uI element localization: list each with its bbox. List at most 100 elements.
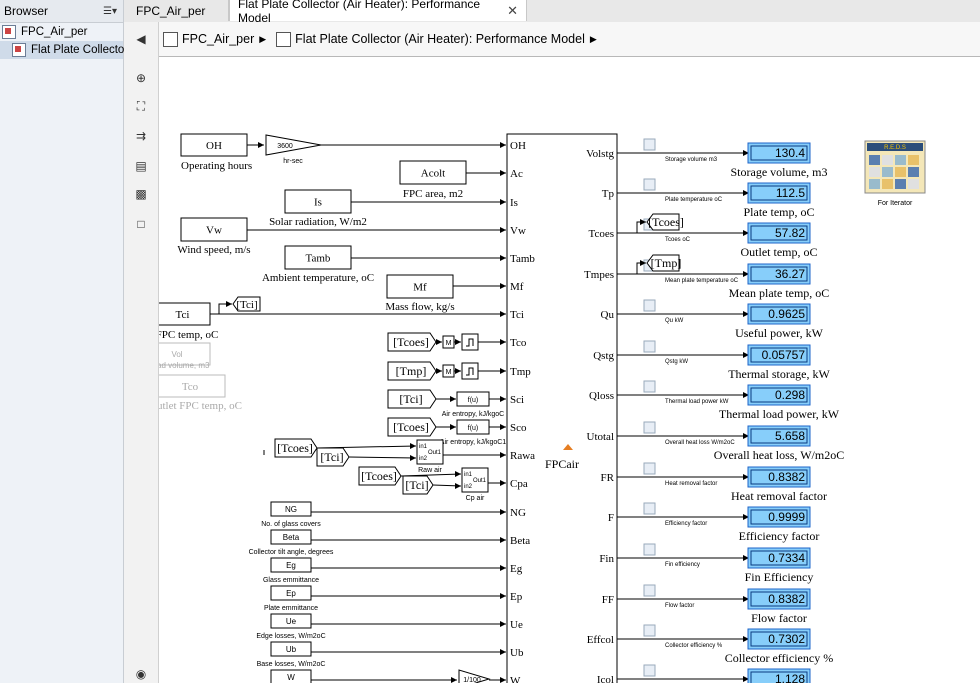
constant-block-label: OH <box>206 140 222 152</box>
constant-block-caption: FPC area, m2 <box>403 188 463 200</box>
small-constant-caption: Edge losses, W/m2oC <box>256 633 325 640</box>
interp-caption: Raw air <box>418 467 442 474</box>
model-icon <box>2 25 16 39</box>
input-port-label: Ub <box>510 647 524 659</box>
from-block-1-label: [Tmp] <box>396 364 427 378</box>
annotation-icon[interactable]: ▤ <box>133 158 149 174</box>
input-port-label: Cpa <box>510 478 528 490</box>
small-constant-label: Ep <box>286 589 296 598</box>
editor-tab-bar: FPC_Air_per Flat Plate Collector (Air He… <box>124 0 980 25</box>
model-icon <box>163 31 178 47</box>
small-constant-label: W <box>287 673 295 682</box>
wire-small-5-arrow <box>500 649 506 655</box>
wire-is-arrow <box>500 199 506 205</box>
display-value: 0.8382 <box>768 470 805 484</box>
small-constant-caption: Glass emmittance <box>263 577 319 584</box>
fit-to-view-icon[interactable]: ⛶ <box>133 98 149 114</box>
wire-from-fcn-arrow <box>450 396 456 402</box>
display-value: 0.7302 <box>768 632 805 646</box>
tree-item-subsystem[interactable]: Flat Plate Collector <box>0 41 128 59</box>
input-port-label: Ac <box>510 168 523 180</box>
constant-block-label: Tamb <box>306 253 331 265</box>
thumbnail-tile <box>908 155 919 165</box>
wire-int-in2 <box>348 456 417 459</box>
wire-int-in1-arrow <box>455 471 461 477</box>
gain-value: 3600 <box>277 143 293 150</box>
from-block-3-label: [Tcoes] <box>393 420 429 434</box>
small-constant-label: Ue <box>286 617 297 626</box>
tree-item-label: Flat Plate Collector <box>31 44 129 56</box>
goto-label: [Tcoes] <box>648 215 684 229</box>
tree-item-model[interactable]: FPC_Air_per <box>0 23 123 41</box>
thumbnail-tile <box>908 179 919 189</box>
wire-int-port-arrow <box>500 452 506 458</box>
display-value: 0.9625 <box>768 307 805 321</box>
wire-tci-goto <box>218 303 232 314</box>
output-port-label: F <box>608 512 614 524</box>
input-port-label: Tci <box>510 309 524 321</box>
from-block-2-label: [Tci] <box>399 392 422 406</box>
browser-menu-icon[interactable]: ☰▾ <box>103 6 117 17</box>
signal-label: Thermal load power kW <box>665 399 729 405</box>
ghost-block-label: Tco <box>182 381 199 393</box>
output-port-label: Volstg <box>586 148 614 160</box>
breadcrumb-item-model[interactable]: FPC_Air_per ▶ <box>163 31 272 47</box>
diagram-canvas[interactable]: FPCair OH Ac Is Vw Tamb Mf Tci Tco Tmp Sci Sco Rawa C… <box>159 57 980 683</box>
navigate-back-icon[interactable]: ◀ <box>133 31 149 47</box>
output-port-label: FR <box>601 472 615 484</box>
wire-scope-port-arrow <box>500 368 506 374</box>
wire-fcn-port-arrow <box>500 424 506 430</box>
input-port-label: Mf <box>510 281 524 293</box>
display-caption: Overall heat loss, W/m2oC <box>714 448 844 462</box>
input-port-label: Is <box>510 197 518 209</box>
image-icon[interactable]: ▩ <box>133 186 149 202</box>
wire-small-0-arrow <box>500 509 506 515</box>
input-port-label: Sci <box>510 394 524 406</box>
display-value: 0.05757 <box>762 348 806 362</box>
close-tab-icon[interactable]: ✕ <box>507 3 518 19</box>
tab-subsystem[interactable]: Flat Plate Collector (Air Heater): Perfo… <box>229 0 527 25</box>
display-caption: Useful power, kW <box>735 326 824 340</box>
subsystem-icon <box>276 31 292 47</box>
tab-model[interactable]: FPC_Air_per <box>128 0 229 21</box>
display-value: 0.7334 <box>768 551 805 565</box>
display-value: 0.9999 <box>768 510 805 524</box>
signal-label: Tcoes oC <box>665 237 691 243</box>
wire-small-2-arrow <box>500 565 506 571</box>
gain-caption: hr-sec <box>283 158 303 165</box>
output-terminator-icon <box>643 340 656 353</box>
wire-from-mem-arrow <box>436 368 442 374</box>
output-port-label: Tcoes <box>589 228 615 240</box>
camera-icon[interactable]: ◉ <box>133 666 149 682</box>
tab-label: Flat Plate Collector (Air Heater): Perfo… <box>238 0 481 25</box>
input-port-label: NG <box>510 507 526 519</box>
small-constant-label: Beta <box>283 533 300 542</box>
small-constant-label: Ub <box>286 645 297 654</box>
zoom-in-icon[interactable]: ⊕ <box>133 70 149 86</box>
display-value: 130.4 <box>775 146 805 160</box>
wire-small-3-arrow <box>500 593 506 599</box>
from-int-a-0-label: [Tcoes] <box>277 441 313 455</box>
memory-label: M <box>446 369 452 376</box>
input-port-label: Tmp <box>510 366 531 378</box>
output-port-label: Fin <box>599 553 614 565</box>
wire-int-in2-arrow <box>455 483 461 489</box>
subsystem-name: FPCair <box>545 457 579 471</box>
input-port-label: Beta <box>510 535 530 547</box>
breadcrumb-item-subsystem[interactable]: Flat Plate Collector (Air Heater): Perfo… <box>276 31 603 47</box>
display-caption: Heat removal factor <box>731 489 827 503</box>
output-port-label: Tmpes <box>584 269 614 281</box>
area-icon[interactable]: □ <box>133 216 149 232</box>
display-small-block[interactable] <box>461 333 479 351</box>
output-port-label: FF <box>602 594 614 606</box>
display-small-block[interactable] <box>461 362 479 380</box>
output-terminator-icon <box>643 421 656 434</box>
wire-gain2-port-arrow <box>500 677 506 683</box>
constant-block-label: Mf <box>413 282 427 294</box>
display-value: 36.27 <box>775 267 805 281</box>
fcn-label: f(u) <box>468 425 479 432</box>
gain-block[interactable] <box>265 134 322 156</box>
fpcair-subsystem-block[interactable] <box>506 133 618 683</box>
signal-routing-icon[interactable]: ⇉ <box>133 128 149 144</box>
constant-block-caption: Operating hours <box>181 160 252 172</box>
